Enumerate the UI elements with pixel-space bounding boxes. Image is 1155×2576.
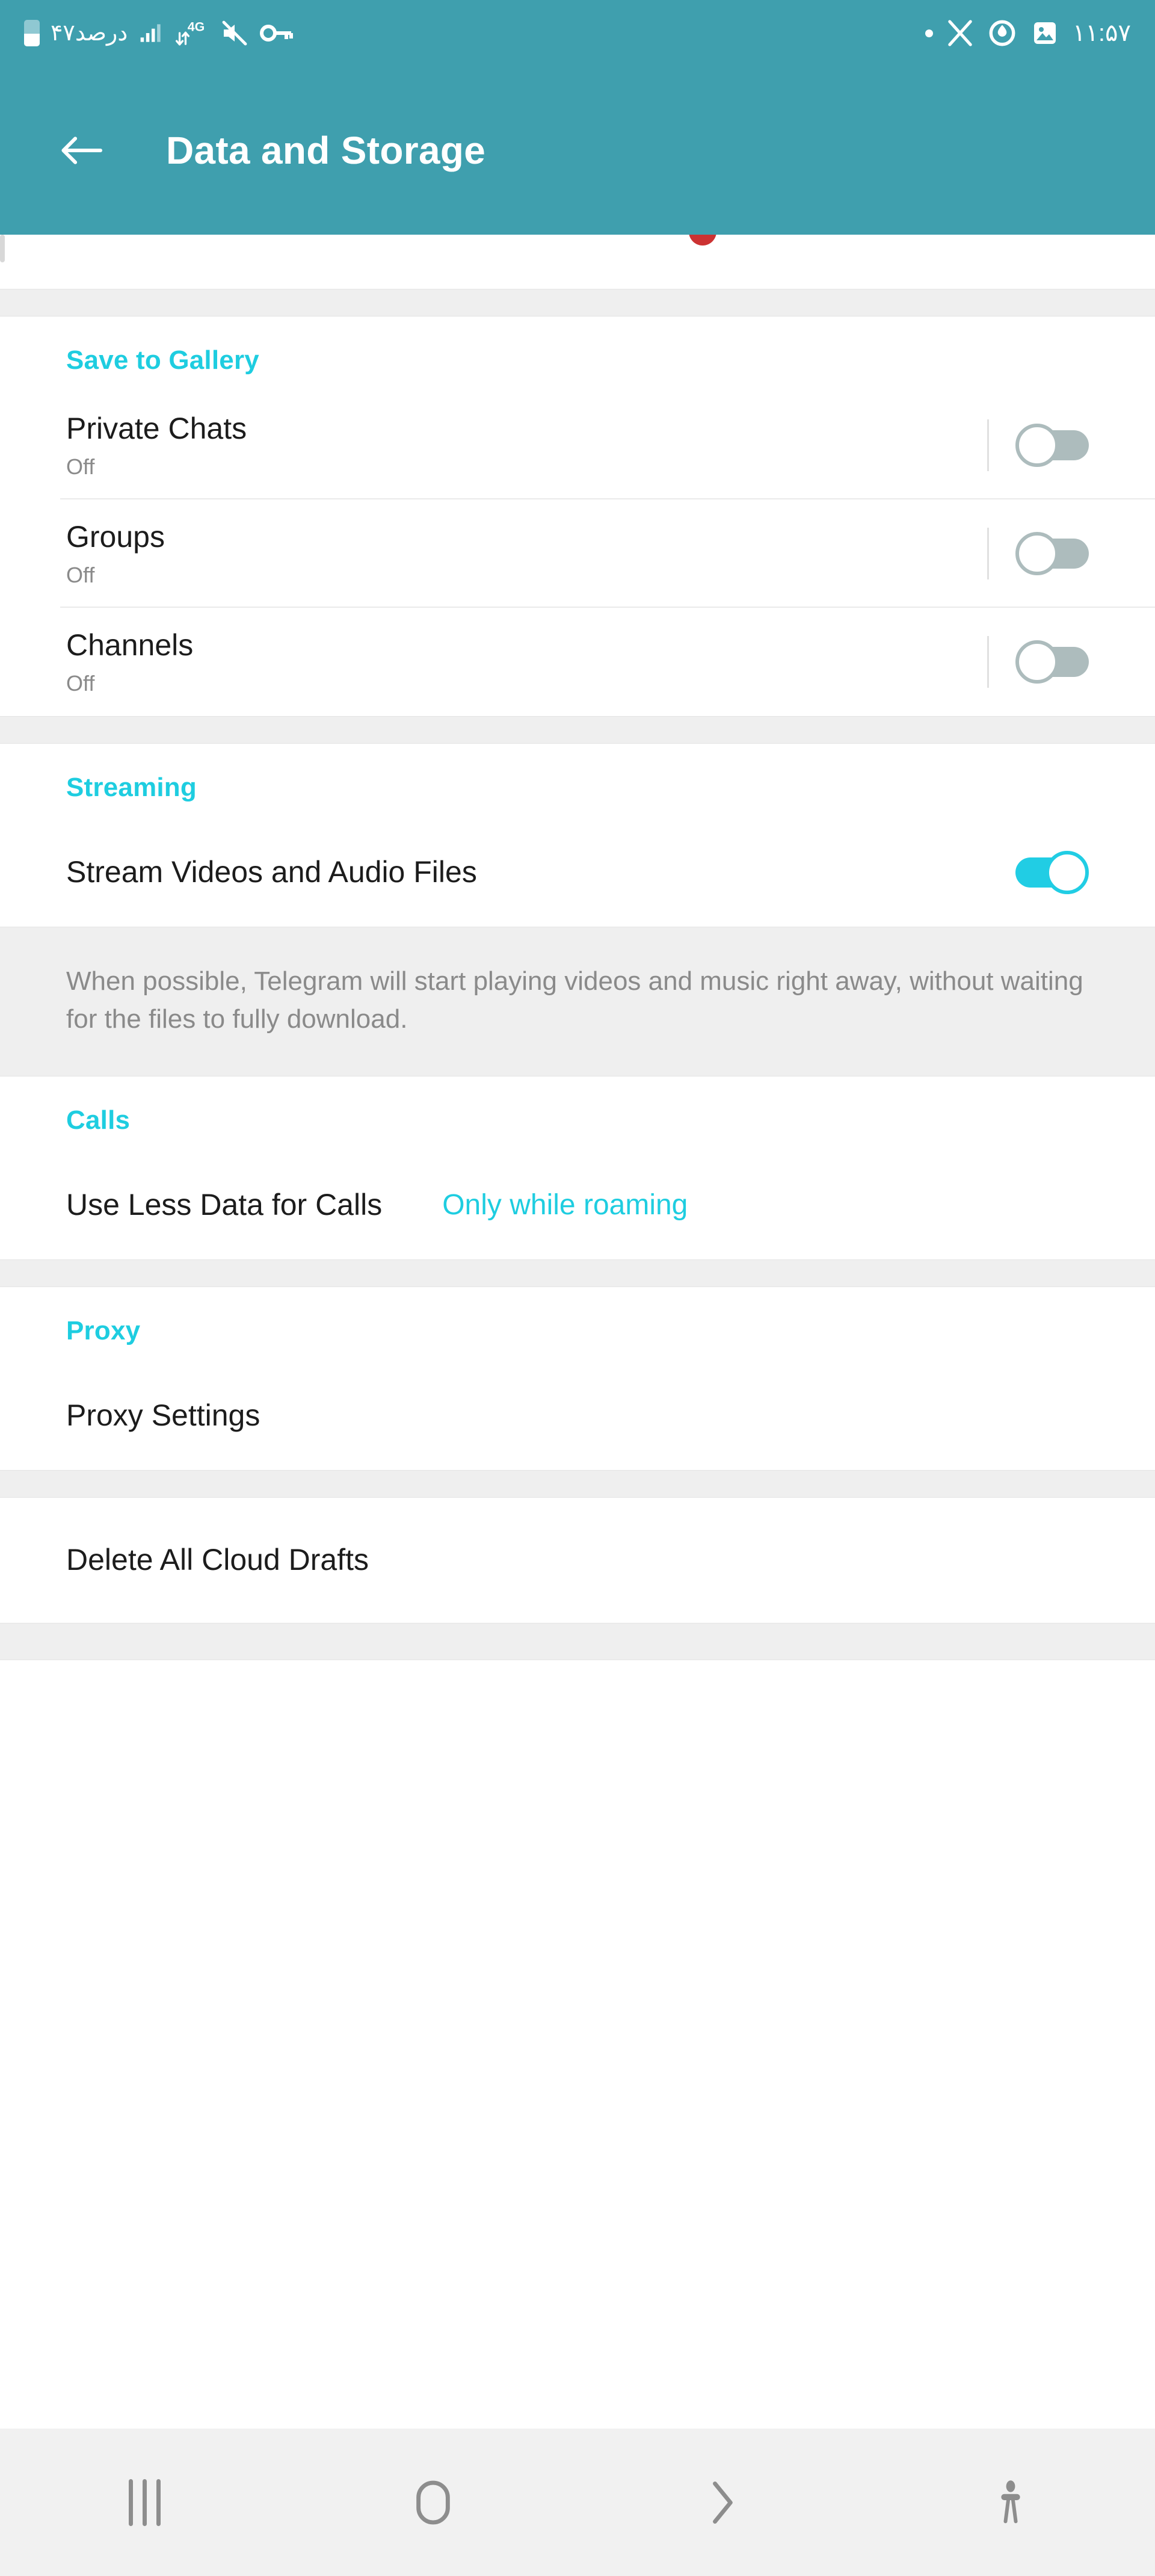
row-channels-toggle-wrap	[987, 636, 1089, 688]
section-header-save-to-gallery: Save to Gallery	[66, 345, 259, 375]
row-private-chats-toggle-wrap	[987, 419, 1089, 471]
row-proxy-settings[interactable]: Proxy Settings	[0, 1361, 1155, 1470]
svg-text:4G: 4G	[188, 20, 205, 34]
row-proxy-settings-title: Proxy Settings	[66, 1398, 260, 1432]
row-calls-title: Use Less Data for Calls	[66, 1187, 383, 1222]
power-droplet-icon	[987, 18, 1017, 48]
partial-red-badge-icon	[689, 235, 716, 246]
page-title: Data and Storage	[166, 129, 486, 172]
streaming-info-text: When possible, Telegram will start playi…	[66, 966, 1083, 1034]
row-calls-value[interactable]: Only while roaming	[442, 1188, 688, 1222]
scrollbar-thumb[interactable]	[0, 235, 5, 262]
section-cloud-drafts: Delete All Cloud Drafts	[0, 1497, 1155, 1623]
row-channels-title: Channels	[66, 628, 194, 662]
row-use-less-data-for-calls[interactable]: Use Less Data for Calls Only while roami…	[0, 1151, 1155, 1259]
vpn-key-icon	[260, 21, 294, 45]
row-groups[interactable]: Groups Off	[0, 499, 1155, 608]
row-stream-texts: Stream Videos and Audio Files	[66, 855, 1015, 890]
section-gap-bottom	[0, 1622, 1155, 1660]
section-streaming: Streaming Stream Videos and Audio Files …	[0, 744, 1155, 1076]
row-stream-toggle-wrap	[1015, 851, 1089, 894]
status-bar-left: ۴۷درصد 4G	[24, 19, 294, 48]
back-chevron-icon	[713, 2481, 733, 2524]
clock-label: ۱۱:۵۷	[1072, 20, 1131, 46]
notification-dot-icon	[925, 29, 933, 37]
toggle-separator	[987, 419, 989, 471]
section-calls: Calls Use Less Data for Calls Only while…	[0, 1076, 1155, 1259]
toggle-separator	[987, 636, 989, 688]
toggle-knob	[1046, 851, 1089, 894]
row-stream-videos-audio[interactable]: Stream Videos and Audio Files	[0, 818, 1155, 927]
row-delete-all-cloud-drafts[interactable]: Delete All Cloud Drafts	[0, 1497, 1155, 1623]
section-header-proxy: Proxy	[66, 1315, 141, 1345]
row-groups-toggle-wrap	[987, 528, 1089, 579]
status-bar-right: ۱۱:۵۷	[925, 18, 1131, 48]
settings-scroll-area[interactable]: Save to Gallery Private Chats Off Groups…	[0, 235, 1155, 1660]
row-channels-texts: Channels Off	[66, 628, 987, 696]
row-calls-texts: Use Less Data for Calls	[66, 1188, 382, 1223]
app-bar: Data and Storage	[0, 66, 1155, 235]
section-proxy: Proxy Proxy Settings	[0, 1286, 1155, 1470]
section-gap	[0, 235, 1155, 1287]
status-bar: ۴۷درصد 4G ۱۱:۵۷	[0, 0, 1155, 66]
x-app-icon	[946, 19, 974, 47]
toggle-private-chats[interactable]	[1015, 424, 1089, 467]
row-private-chats-title: Private Chats	[66, 411, 247, 445]
section-header-streaming: Streaming	[66, 773, 197, 802]
nav-home-button[interactable]	[289, 2429, 578, 2576]
home-icon	[416, 2480, 450, 2524]
row-delete-all-cloud-drafts-title: Delete All Cloud Drafts	[66, 1542, 369, 1577]
back-button[interactable]	[57, 126, 106, 175]
nav-recents-button[interactable]	[0, 2429, 289, 2576]
back-arrow-icon	[61, 137, 103, 164]
row-groups-texts: Groups Off	[66, 520, 987, 588]
scrolled-content-sliver	[0, 235, 1155, 289]
row-channels[interactable]: Channels Off	[0, 608, 1155, 716]
toggle-separator	[987, 528, 989, 579]
nav-accessibility-button[interactable]	[866, 2429, 1155, 2576]
phone-screen: ۴۷درصد 4G ۱۱:۵۷ Data and Storage Save to…	[0, 0, 1155, 2576]
row-drafts-texts: Delete All Cloud Drafts	[66, 1543, 1089, 1578]
row-private-chats-subtitle: Off	[66, 454, 95, 480]
row-stream-title: Stream Videos and Audio Files	[66, 855, 477, 889]
signal-bars-icon	[138, 20, 165, 46]
row-groups-title: Groups	[66, 519, 165, 554]
toggle-channels[interactable]	[1015, 640, 1089, 684]
data-transfer-icon: 4G	[176, 19, 209, 48]
toggle-knob	[1015, 424, 1059, 467]
mute-icon	[220, 20, 249, 46]
toggle-groups[interactable]	[1015, 532, 1089, 575]
battery-percent-label: ۴۷درصد	[51, 20, 128, 46]
section-save-to-gallery: Save to Gallery Private Chats Off Groups…	[0, 317, 1155, 716]
section-gap	[0, 289, 1155, 317]
recents-icon	[128, 2479, 161, 2526]
row-private-chats[interactable]: Private Chats Off	[0, 391, 1155, 499]
section-header-calls: Calls	[66, 1105, 131, 1135]
streaming-info-block: When possible, Telegram will start playi…	[0, 927, 1155, 1076]
nav-back-button[interactable]	[578, 2429, 866, 2576]
battery-icon	[24, 20, 40, 46]
row-proxy-texts: Proxy Settings	[66, 1398, 1089, 1433]
toggle-knob	[1015, 640, 1059, 684]
system-navigation-bar	[0, 2429, 1155, 2576]
row-groups-subtitle: Off	[66, 563, 95, 588]
section-gap	[0, 1469, 1155, 1498]
row-channels-subtitle: Off	[66, 671, 95, 696]
row-private-chats-texts: Private Chats Off	[66, 412, 987, 480]
gallery-image-icon	[1030, 19, 1059, 48]
accessibility-icon	[1001, 2480, 1020, 2523]
toggle-knob	[1015, 532, 1059, 575]
toggle-stream-videos-audio[interactable]	[1015, 851, 1089, 894]
section-gap	[0, 716, 1155, 744]
